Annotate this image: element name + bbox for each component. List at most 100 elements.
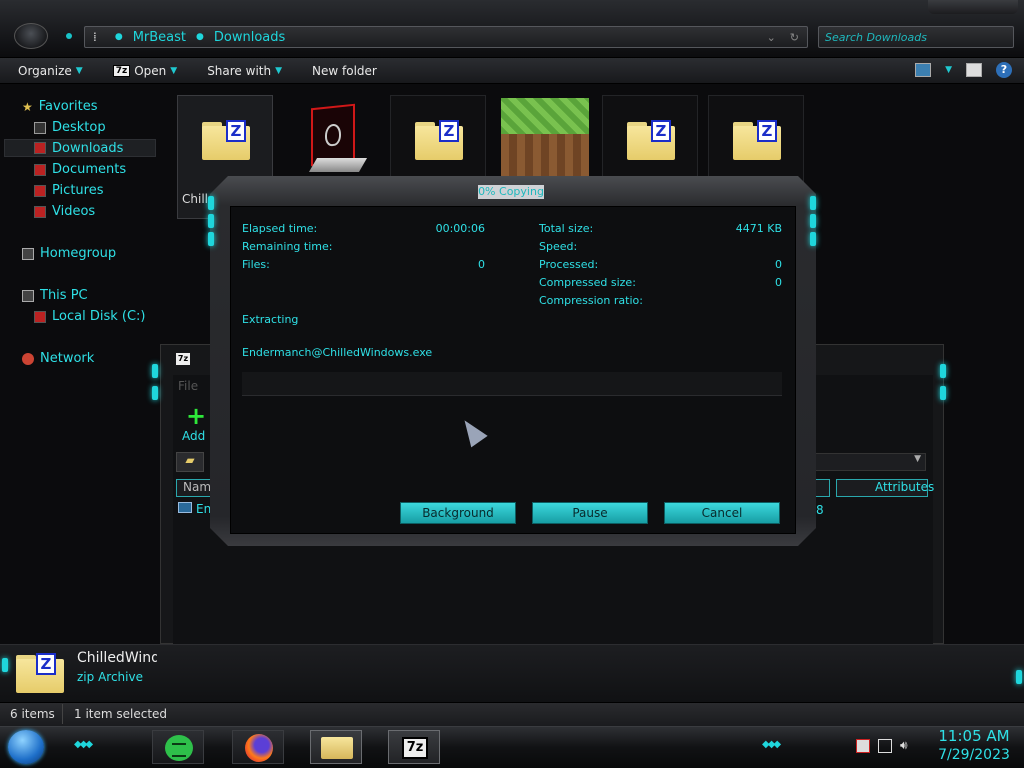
frame-lamp	[2, 658, 8, 672]
exe-file-icon	[178, 502, 192, 513]
chevron-down-icon: ▼	[170, 65, 178, 76]
recent-locations-dot-icon[interactable]	[66, 33, 72, 39]
nav-homegroup[interactable]: Homegroup	[22, 246, 116, 261]
network-icon	[22, 352, 34, 365]
current-file-label: Endermanch@ChilledWindows.exe	[242, 346, 433, 359]
network-status-icon[interactable]	[878, 738, 892, 753]
open-label: Open	[134, 63, 167, 78]
start-orb-icon[interactable]	[8, 730, 44, 764]
cancel-button[interactable]: Cancel	[664, 502, 780, 524]
frame-lamp	[208, 214, 214, 228]
address-dropdown-icon[interactable]: ⌄	[767, 31, 776, 44]
open-button[interactable]: 7z Open ▼	[105, 64, 186, 78]
column-header-attributes[interactable]: Attributes	[836, 479, 934, 497]
taskbar-notes-app[interactable]	[152, 730, 204, 764]
volume-icon[interactable]: 🔊︎	[900, 738, 908, 753]
share-with-button[interactable]: Share with ▼	[199, 64, 290, 78]
dialog-title: 0% Copying	[478, 185, 544, 199]
frame-lamp	[152, 364, 158, 378]
nav-desktop[interactable]: Desktop	[34, 120, 106, 135]
frame-lamp	[208, 232, 214, 246]
nav-this-pc[interactable]: This PC	[22, 288, 88, 303]
path-dropdown[interactable]: ▼	[806, 453, 926, 471]
taskbar-deco: ◆◆◆	[762, 739, 781, 750]
clock-time[interactable]: 11:05 AM	[936, 727, 1012, 745]
organize-button[interactable]: Organize ▼	[10, 64, 91, 78]
nav-network[interactable]: Network	[22, 351, 94, 366]
chevron-down-icon: ▼	[275, 65, 283, 76]
compressed-size-value: 0	[775, 276, 782, 289]
frame-lamp	[1016, 670, 1022, 684]
window-controls[interactable]	[928, 0, 1018, 14]
new-folder-label: New folder	[312, 63, 377, 78]
add-button[interactable]: Add	[182, 429, 205, 443]
clock-date[interactable]: 7/29/2023	[936, 747, 1012, 763]
zip-folder-icon: Z	[627, 120, 675, 160]
flag-alert-icon[interactable]	[856, 738, 870, 753]
nav-downloads-label: Downloads	[52, 140, 124, 156]
breadcrumb-downloads[interactable]: Downloads	[214, 30, 285, 45]
add-plus-icon[interactable]: +	[186, 404, 206, 428]
background-button[interactable]: Background	[400, 502, 516, 524]
search-input[interactable]: Search Downloads	[818, 26, 1014, 48]
computer-icon	[22, 289, 34, 302]
details-file-name: ChilledWindo	[77, 650, 157, 666]
alienware-icon	[311, 103, 355, 167]
nav-documents-label: Documents	[52, 162, 127, 177]
zip-folder-icon: Z	[16, 653, 64, 693]
zip-folder-icon: Z	[733, 120, 781, 160]
taskbar-7zip[interactable]: 7z	[388, 730, 440, 764]
nav-desktop-label: Desktop	[52, 120, 106, 135]
archive-row[interactable]: En	[178, 502, 211, 516]
frame-lamp	[810, 232, 816, 246]
zip-folder-icon: Z	[415, 120, 463, 160]
breadcrumb-separator-icon: ●	[196, 32, 204, 42]
folder-up-icon[interactable]: ▰	[176, 452, 204, 472]
nav-downloads[interactable]: Downloads	[4, 139, 156, 157]
nav-local-disk[interactable]: Local Disk (C:)	[34, 309, 145, 324]
preview-pane-icon[interactable]	[966, 63, 982, 77]
nav-network-label: Network	[40, 351, 95, 366]
address-bar[interactable]: ⁞ ● MrBeast ● Downloads ⌄ ↻	[84, 26, 808, 48]
homegroup-icon	[22, 247, 34, 260]
processed-label: Processed:	[539, 258, 599, 271]
files-value: 0	[478, 258, 485, 271]
archive-row-name: En	[196, 502, 212, 516]
breadcrumb-mrbeast[interactable]: MrBeast	[133, 30, 186, 45]
compression-ratio-label: Compression ratio:	[539, 294, 643, 307]
sevenzip-icon: 7z	[112, 64, 131, 77]
status-item-count: 6 items	[10, 707, 55, 721]
operation-label: Extracting	[242, 313, 299, 326]
hard-drive-icon	[34, 310, 46, 323]
downloads-icon	[34, 142, 46, 154]
frame-lamp	[940, 364, 946, 378]
nav-pictures[interactable]: Pictures	[34, 183, 103, 198]
help-icon[interactable]: ?	[996, 62, 1012, 78]
status-selection: 1 item selected	[74, 707, 168, 721]
new-folder-button[interactable]: New folder	[304, 64, 385, 78]
menu-file[interactable]: File	[178, 379, 198, 393]
firefox-icon	[245, 734, 273, 762]
nav-documents[interactable]: Documents	[34, 162, 126, 177]
taskbar-file-explorer[interactable]	[310, 730, 362, 764]
star-icon: ★	[22, 99, 33, 114]
nav-favorites[interactable]: ★ Favorites	[22, 99, 98, 114]
change-view-icon[interactable]	[915, 63, 932, 77]
refresh-icon[interactable]: ↻	[790, 31, 799, 44]
sevenzip-icon: 7z	[402, 737, 428, 759]
nav-homegroup-label: Homegroup	[40, 246, 117, 261]
pause-button[interactable]: Pause	[532, 502, 648, 524]
nav-videos[interactable]: Videos	[34, 204, 95, 219]
back-forward-orb-icon[interactable]	[14, 23, 48, 49]
organize-label: Organize	[18, 63, 72, 78]
pictures-icon	[34, 184, 46, 197]
frame-lamp	[208, 196, 214, 210]
frame-lamp	[810, 196, 816, 210]
total-size-label: Total size:	[539, 222, 594, 235]
taskbar-firefox[interactable]	[232, 730, 284, 764]
share-with-label: Share with	[207, 63, 272, 78]
chevron-down-icon[interactable]: ▼	[945, 65, 952, 75]
chevron-down-icon: ▼	[75, 65, 83, 76]
sevenzip-title-icon: 7z	[176, 353, 190, 365]
frame-lamp	[810, 214, 816, 228]
